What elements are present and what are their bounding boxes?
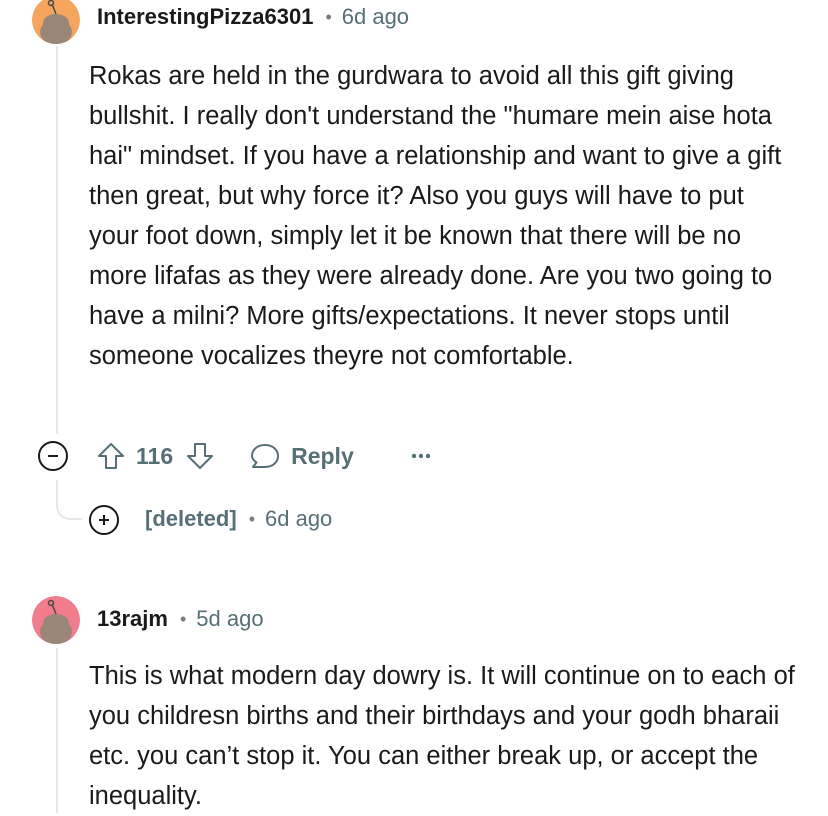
more-options-button[interactable] [410, 452, 432, 460]
reply-button[interactable]: Reply [249, 441, 354, 471]
collapse-button[interactable] [38, 441, 68, 471]
separator-dot: • [325, 6, 332, 27]
comment-body: Rokas are held in the gurdwara to avoid … [89, 56, 799, 376]
timestamp[interactable]: 5d ago [196, 606, 263, 632]
snoo-avatar-icon [32, 596, 80, 644]
comment-meta: InterestingPizza6301 • 6d ago [97, 4, 409, 30]
thread-line[interactable] [56, 46, 58, 434]
comment-body: This is what modern day dowry is. It wil… [89, 656, 799, 816]
separator-dot: • [179, 608, 187, 629]
upvote-button[interactable] [96, 441, 126, 471]
username[interactable]: 13rajm [97, 606, 168, 632]
comment-text: Rokas are held in the gurdwara to avoid … [89, 62, 782, 370]
reply-label: Reply [291, 442, 354, 469]
timestamp[interactable]: 6d ago [342, 4, 409, 30]
comment-text: This is what modern day dowry is. It wil… [89, 662, 795, 810]
username[interactable]: InterestingPizza6301 [97, 4, 313, 30]
avatar[interactable] [32, 596, 80, 644]
ellipsis-icon [411, 453, 430, 459]
collapsed-reply-meta: [deleted] • 6d ago [145, 506, 332, 532]
expand-reply-button[interactable] [89, 505, 119, 535]
vote-count: 116 [136, 442, 174, 469]
speech-bubble-icon [251, 444, 280, 468]
separator-dot: • [248, 508, 255, 529]
snoo-avatar-icon [32, 0, 80, 44]
comment-meta: 13rajm • 5d ago [97, 606, 264, 632]
upvote-arrow-icon [98, 443, 124, 469]
reply-connector [56, 500, 82, 520]
timestamp[interactable]: 6d ago [265, 506, 332, 532]
comment-actions: 116 Reply [38, 436, 432, 476]
downvote-arrow-icon [187, 443, 214, 469]
deleted-username: [deleted] [145, 506, 237, 531]
minus-circle-icon [48, 455, 58, 457]
thread-line[interactable] [56, 648, 58, 813]
downvote-button[interactable] [185, 441, 215, 471]
avatar[interactable] [32, 0, 80, 44]
plus-circle-icon [99, 515, 109, 525]
